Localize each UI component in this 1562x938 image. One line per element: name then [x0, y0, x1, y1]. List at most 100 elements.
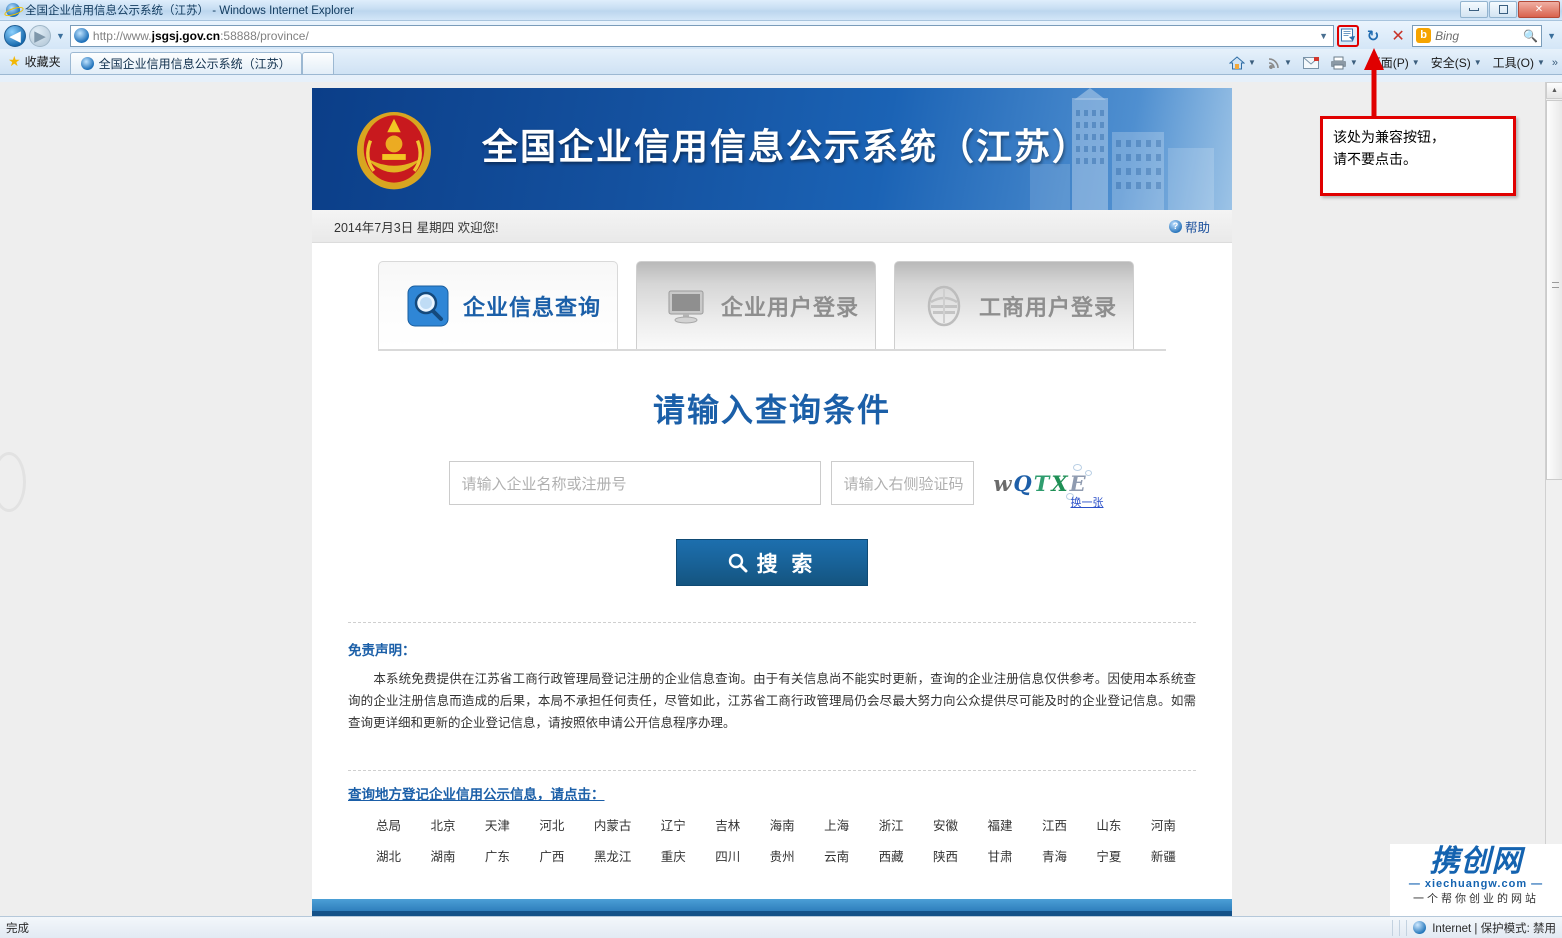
decorative-arc — [0, 452, 26, 512]
new-tab-button[interactable] — [301, 52, 334, 74]
scrollbar-grip — [1552, 282, 1559, 289]
address-dropdown-icon[interactable]: ▼ — [1319, 31, 1330, 41]
region-link[interactable]: 上海 — [824, 815, 849, 834]
regions-row-1: 总局 北京 天津 河北 内蒙古 辽宁 吉林 海南 上海 浙江 安徽 福建 江西 … — [348, 815, 1196, 834]
mail-icon — [1302, 56, 1319, 69]
watermark-domain: — xiechuangw.com — — [1408, 878, 1544, 890]
region-link[interactable]: 湖北 — [376, 846, 401, 865]
home-icon — [1229, 55, 1246, 69]
tools-menu-dropdown-icon[interactable]: ▼ — [1537, 58, 1545, 67]
region-link[interactable]: 宁夏 — [1096, 846, 1121, 865]
help-label: 帮助 — [1184, 220, 1210, 235]
restore-button[interactable] — [1489, 1, 1517, 18]
region-link[interactable]: 福建 — [987, 815, 1012, 834]
captcha-input[interactable]: 请输入右侧验证码 — [830, 461, 974, 505]
region-link[interactable]: 江西 — [1042, 815, 1067, 834]
search-box[interactable]: b Bing 🔍 — [1412, 24, 1543, 47]
tab-admin-login[interactable]: 工商用户登录 — [894, 261, 1134, 349]
search-provider-dropdown-icon[interactable]: ▼ — [1545, 31, 1558, 41]
captcha-image[interactable]: w Q T X E 换一张 — [984, 461, 1104, 509]
region-link[interactable]: 湖南 — [430, 846, 455, 865]
close-button[interactable]: ✕ — [1518, 1, 1560, 18]
captcha-char: w — [993, 470, 1012, 496]
command-overflow-icon[interactable]: » — [1552, 57, 1558, 69]
address-bar[interactable]: http://www.jsgsj.gov.cn:58888/province/ … — [69, 24, 1335, 47]
region-link[interactable]: 河南 — [1151, 815, 1176, 834]
query-row: 请输入企业名称或注册号 请输入右侧验证码 w Q T X E 换一张 — [312, 461, 1232, 509]
region-link[interactable]: 青海 — [1042, 846, 1067, 865]
page-menu-dropdown-icon[interactable]: ▼ — [1412, 58, 1420, 67]
home-button[interactable]: ▼ — [1225, 55, 1260, 71]
read-mail-button[interactable] — [1299, 56, 1323, 70]
status-zone: Internet | 保护模式: 禁用 — [1392, 919, 1556, 936]
captcha-char: E — [1069, 470, 1086, 496]
favorites-button[interactable]: ★ 收藏夹 — [6, 53, 70, 74]
back-button[interactable]: ◀ — [4, 24, 26, 47]
regions-section: 查询地方登记企业信用公示信息，请点击： 总局 北京 天津 河北 内蒙古 辽宁 吉… — [312, 771, 1232, 899]
refresh-button[interactable]: ↻ — [1362, 25, 1384, 47]
keyword-placeholder: 请输入企业名称或注册号 — [461, 475, 627, 493]
page-tabs: 企业信息查询 企业用户登录 工商用户登录 — [312, 243, 1232, 349]
region-link[interactable]: 贵州 — [770, 846, 795, 865]
keyword-input[interactable]: 请输入企业名称或注册号 — [448, 461, 821, 505]
region-link[interactable]: 重庆 — [661, 846, 686, 865]
region-link[interactable]: 天津 — [485, 815, 510, 834]
vertical-scrollbar[interactable]: ▲ ▼ — [1545, 82, 1562, 916]
watermark-title: 携创网 — [1429, 845, 1523, 878]
compatibility-icon — [1340, 28, 1355, 42]
region-link[interactable]: 辽宁 — [661, 815, 686, 834]
region-link[interactable]: 甘肃 — [987, 846, 1012, 865]
help-link[interactable]: ? 帮助 — [1168, 217, 1210, 236]
region-link[interactable]: 总局 — [376, 815, 401, 834]
printer-icon — [1330, 56, 1346, 69]
scroll-up-button[interactable]: ▲ — [1546, 82, 1562, 99]
tab-label: 工商用户登录 — [979, 294, 1118, 320]
recent-pages-icon[interactable]: ▼ — [54, 31, 67, 41]
region-link[interactable]: 陕西 — [933, 846, 958, 865]
region-link[interactable]: 西藏 — [879, 846, 904, 865]
region-link[interactable]: 四川 — [715, 846, 740, 865]
address-url: http://www.jsgsj.gov.cn:58888/province/ — [92, 28, 309, 43]
tab-enterprise-search[interactable]: 企业信息查询 — [378, 261, 618, 349]
refresh-captcha-link[interactable]: 换一张 — [1071, 494, 1104, 510]
star-icon: ★ — [8, 53, 21, 69]
security-menu-dropdown-icon[interactable]: ▼ — [1474, 58, 1482, 67]
magnifier-icon — [407, 285, 449, 326]
region-link[interactable]: 北京 — [430, 815, 455, 834]
region-link[interactable]: 广东 — [485, 846, 510, 865]
region-link[interactable]: 吉林 — [715, 815, 740, 834]
query-title: 请输入查询条件 — [652, 392, 891, 428]
home-dropdown-icon[interactable]: ▼ — [1248, 58, 1256, 67]
region-link[interactable]: 云南 — [824, 846, 849, 865]
annotation-line-1: 该处为兼容按钮， — [1333, 130, 1445, 146]
regions-row-2: 湖北 湖南 广东 广西 黑龙江 重庆 四川 贵州 云南 西藏 陕西 甘肃 青海 … — [348, 846, 1196, 865]
region-link[interactable]: 广西 — [539, 846, 564, 865]
question-mark-icon: ? — [1168, 219, 1182, 233]
annotation-line-2: 请不要点击。 — [1333, 152, 1417, 168]
region-link[interactable]: 浙江 — [879, 815, 904, 834]
compatibility-view-button[interactable] — [1337, 24, 1360, 47]
tab-enterprise-login[interactable]: 企业用户登录 — [636, 261, 876, 349]
search-button[interactable]: 搜 索 — [676, 539, 868, 586]
stop-button[interactable]: ✕ — [1387, 25, 1409, 47]
region-link[interactable]: 黑龙江 — [594, 846, 632, 865]
browser-tab[interactable]: 全国企业信用信息公示系统（江苏） — [69, 52, 302, 74]
minimize-button[interactable] — [1460, 1, 1488, 18]
region-link[interactable]: 内蒙古 — [594, 815, 632, 834]
tools-menu[interactable]: 工具(O) ▼ — [1489, 53, 1549, 72]
region-link[interactable]: 安徽 — [933, 815, 958, 834]
site-banner: 全国企业信用信息公示系统（江苏） — [312, 88, 1232, 210]
region-link[interactable]: 河北 — [539, 815, 564, 834]
region-link[interactable]: 海南 — [770, 815, 795, 834]
search-icon[interactable]: 🔍 — [1523, 29, 1538, 43]
feeds-dropdown-icon[interactable]: ▼ — [1284, 58, 1292, 67]
region-link[interactable]: 山东 — [1096, 815, 1121, 834]
security-menu[interactable]: 安全(S) ▼ — [1427, 53, 1486, 72]
site-page: 全国企业信用信息公示系统（江苏） 2014年7月3日 星期四 欢迎您! ? 帮助… — [312, 88, 1232, 916]
region-link[interactable]: 新疆 — [1151, 846, 1176, 865]
monitor-icon — [668, 290, 704, 323]
feeds-button[interactable]: ▼ — [1263, 55, 1296, 71]
forward-button[interactable]: ▶ — [29, 24, 51, 47]
scrollbar-thumb[interactable] — [1546, 100, 1562, 480]
captcha-char: T — [1033, 470, 1050, 496]
